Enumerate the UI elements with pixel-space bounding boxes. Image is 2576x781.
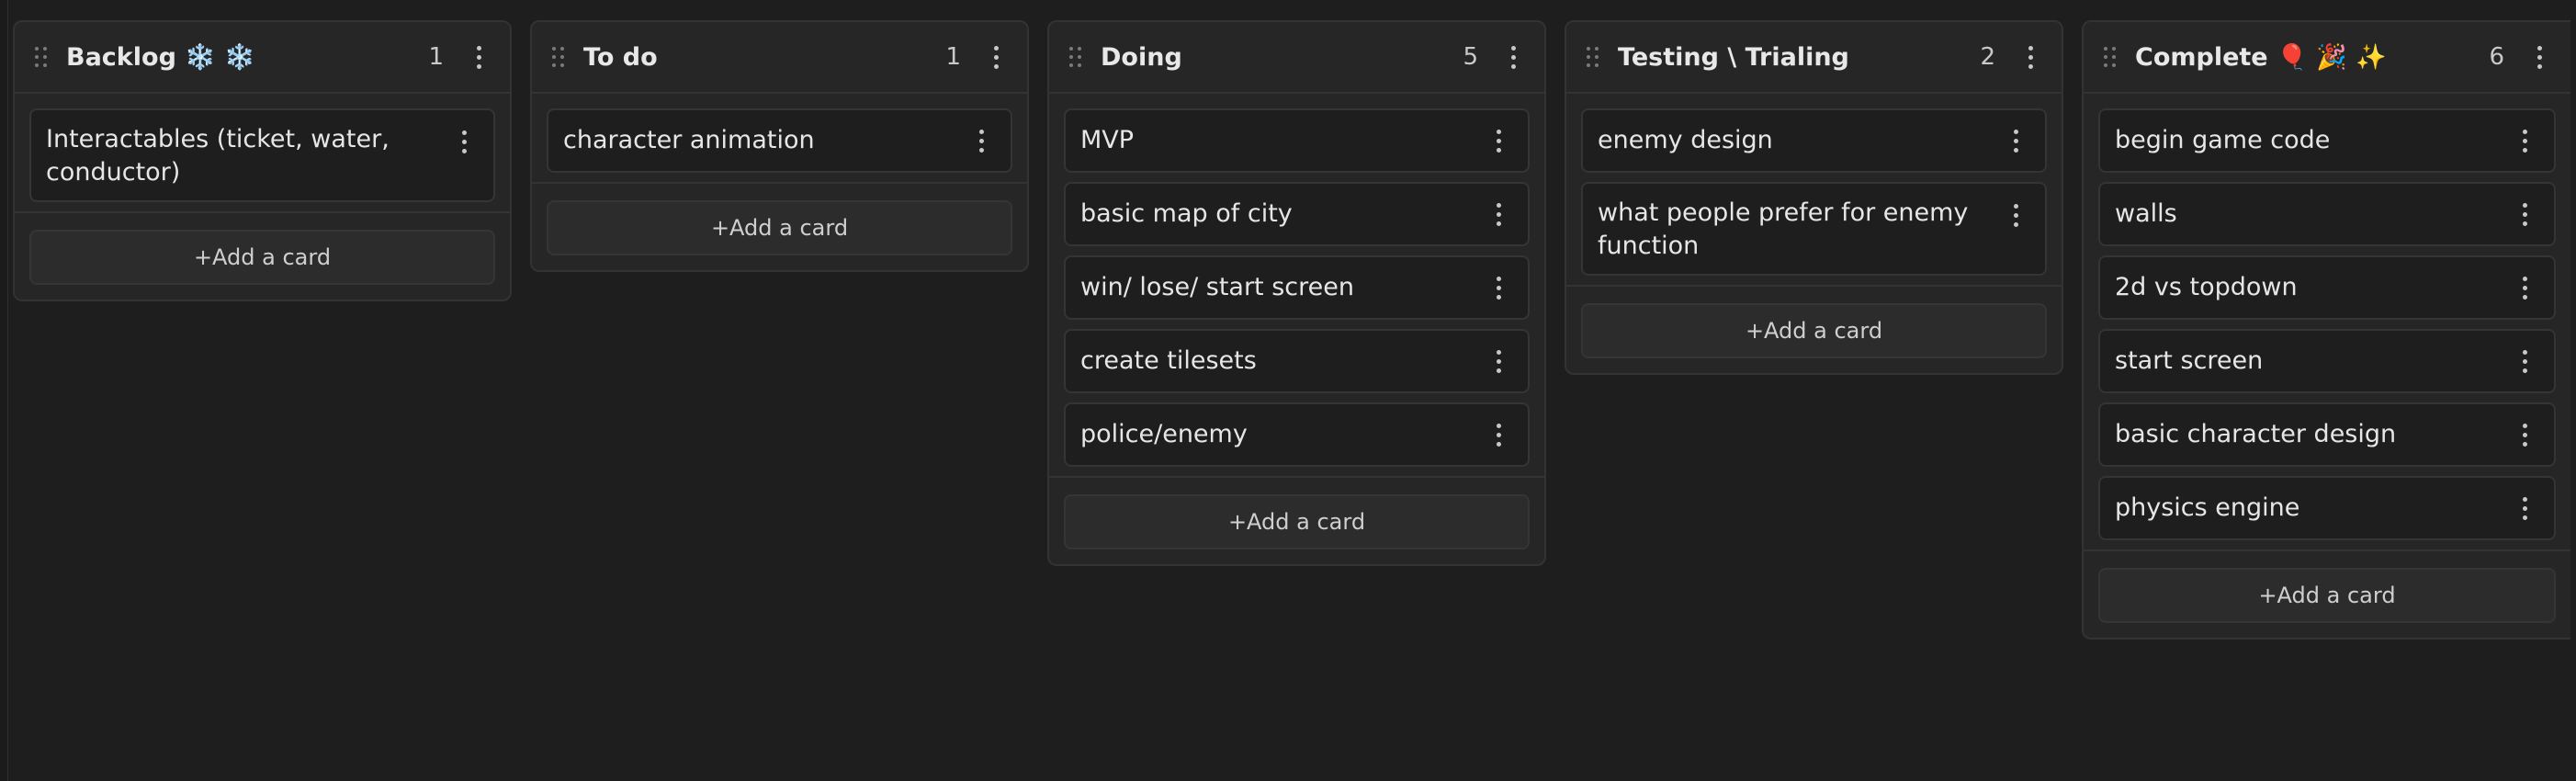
card-title: start screen [2115,346,2264,375]
more-vertical-icon[interactable] [1486,198,1511,231]
column-doing: Doing 5 MVP basic map of city win/ lose/… [1047,20,1546,566]
card-count-badge: 1 [428,43,444,71]
more-vertical-icon[interactable] [1486,124,1511,157]
card-title: basic character design [2115,420,2397,448]
more-vertical-icon[interactable] [2512,198,2537,231]
column-footer: +Add a card [1566,285,2062,373]
column-complete: Complete 🎈 🎉 ✨ 6 begin game code walls 2… [2082,20,2570,640]
column-header: To do 1 [532,22,1027,94]
card-title: begin game code [2115,126,2331,154]
column-to-do: To do 1 character animation +Add a card [530,20,1029,272]
card-list: character animation [532,94,1027,173]
more-vertical-icon[interactable] [1486,418,1511,451]
more-vertical-icon[interactable] [2512,271,2537,304]
add-card-button[interactable]: +Add a card [29,230,495,285]
card[interactable]: basic character design [2098,402,2556,467]
card-title: win/ lose/ start screen [1080,273,1354,301]
card-title: police/enemy [1080,420,1248,448]
card-list: Interactables (ticket, water, conductor) [15,94,510,202]
card-count-badge: 2 [1980,43,1995,71]
column-backlog: Backlog ❄️ ❄️ 1 Interactables (ticket, w… [13,20,512,301]
column-title: Doing [1101,42,1182,72]
card[interactable]: character animation [547,108,1012,173]
left-panel-edge [0,0,8,781]
card-title: 2d vs topdown [2115,273,2298,301]
more-vertical-icon[interactable] [2512,124,2537,157]
drag-handle-icon[interactable] [35,47,48,67]
drag-handle-icon[interactable] [552,47,565,67]
column-title: Backlog ❄️ ❄️ [66,43,255,72]
card[interactable]: win/ lose/ start screen [1064,255,1530,320]
more-vertical-icon[interactable] [2512,418,2537,451]
card[interactable]: walls [2098,182,2556,246]
more-vertical-icon[interactable] [1486,271,1511,304]
column-footer: +Add a card [2084,549,2570,638]
card-title: enemy design [1598,126,1773,154]
more-vertical-icon[interactable] [2526,40,2552,74]
column-title: Complete 🎈 🎉 ✨ [2135,43,2387,72]
card-title: create tilesets [1080,346,1257,375]
column-footer: +Add a card [1049,476,1544,564]
card-title: physics engine [2115,493,2300,522]
column-footer: +Add a card [532,182,1027,270]
more-vertical-icon[interactable] [1486,345,1511,378]
more-vertical-icon[interactable] [2017,40,2043,74]
card[interactable]: Interactables (ticket, water, conductor) [29,108,495,202]
card-title: character animation [563,126,815,154]
more-vertical-icon[interactable] [2003,198,2028,232]
card[interactable]: physics engine [2098,476,2556,540]
card-list: MVP basic map of city win/ lose/ start s… [1049,94,1544,467]
drag-handle-icon[interactable] [2104,47,2117,67]
more-vertical-icon[interactable] [2512,492,2537,525]
column-header: Doing 5 [1049,22,1544,94]
add-card-button[interactable]: +Add a card [1581,303,2047,358]
card-title: MVP [1080,126,1135,154]
column-header: Testing \ Trialing 2 [1566,22,2062,94]
add-card-button[interactable]: +Add a card [547,200,1012,255]
card-count-badge: 5 [1463,43,1478,71]
card-title: basic map of city [1080,199,1293,228]
card-title: walls [2115,199,2177,228]
add-card-button[interactable]: +Add a card [2098,568,2556,623]
add-card-button[interactable]: +Add a card [1064,494,1530,549]
more-vertical-icon[interactable] [466,40,491,74]
more-vertical-icon[interactable] [983,40,1009,74]
card[interactable]: what people prefer for enemy function [1581,182,2047,276]
more-vertical-icon[interactable] [1500,40,1526,74]
card[interactable]: begin game code [2098,108,2556,173]
more-vertical-icon[interactable] [451,125,477,158]
column-testing-trialing: Testing \ Trialing 2 enemy design what p… [1565,20,2063,375]
more-vertical-icon[interactable] [968,124,994,157]
card-count-badge: 6 [2489,43,2504,71]
card[interactable]: basic map of city [1064,182,1530,246]
card-list: enemy design what people prefer for enem… [1566,94,2062,276]
card[interactable]: police/enemy [1064,402,1530,467]
drag-handle-icon[interactable] [1587,47,1599,67]
card-count-badge: 1 [945,43,961,71]
card[interactable]: 2d vs topdown [2098,255,2556,320]
more-vertical-icon[interactable] [2003,124,2028,157]
card[interactable]: start screen [2098,329,2556,393]
column-title: To do [583,42,658,72]
card[interactable]: create tilesets [1064,329,1530,393]
card-title: Interactables (ticket, water, conductor) [46,125,390,187]
drag-handle-icon[interactable] [1069,47,1082,67]
card-list: begin game code walls 2d vs topdown star… [2084,94,2570,540]
column-footer: +Add a card [15,211,510,300]
card-title: what people prefer for enemy function [1598,198,1969,260]
column-title: Testing \ Trialing [1618,42,1849,72]
card[interactable]: enemy design [1581,108,2047,173]
kanban-board: Backlog ❄️ ❄️ 1 Interactables (ticket, w… [13,20,2570,640]
more-vertical-icon[interactable] [2512,345,2537,378]
card[interactable]: MVP [1064,108,1530,173]
column-header: Complete 🎈 🎉 ✨ 6 [2084,22,2570,94]
column-header: Backlog ❄️ ❄️ 1 [15,22,510,94]
